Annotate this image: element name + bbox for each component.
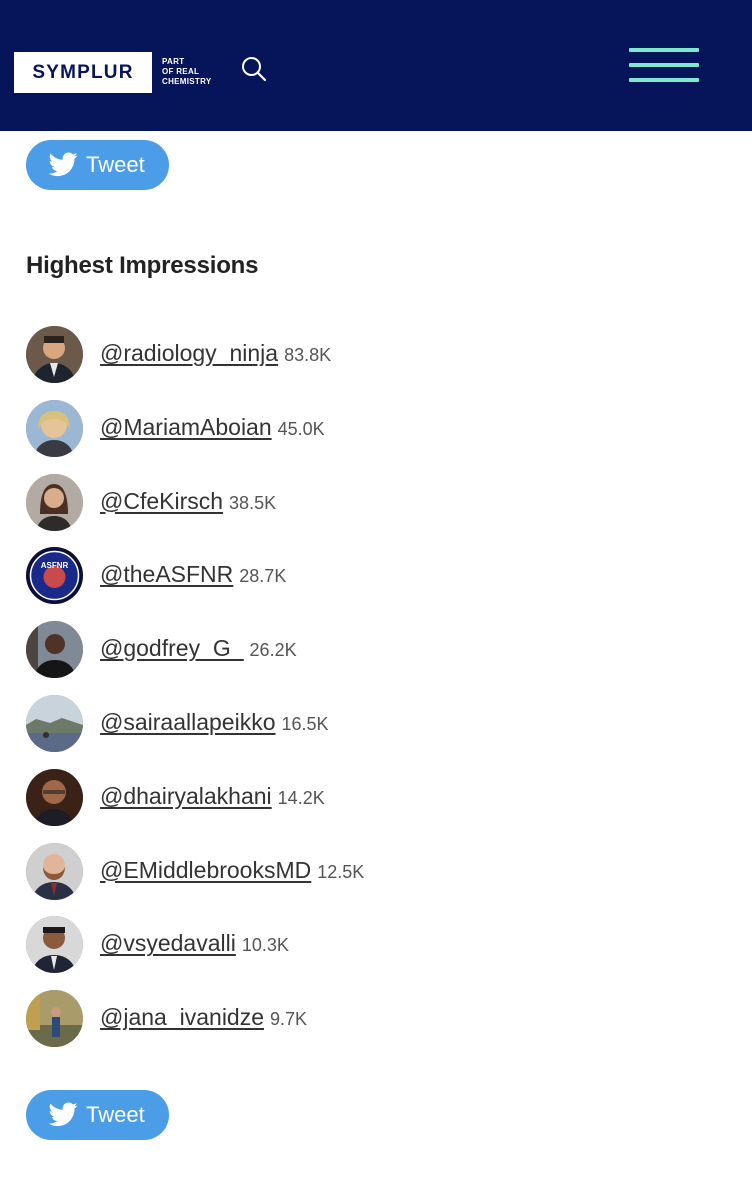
impression-count: 14.2K bbox=[277, 787, 325, 808]
user-handle-link[interactable]: @theASFNR bbox=[100, 561, 233, 587]
avatar[interactable] bbox=[26, 399, 83, 457]
menu-bar bbox=[629, 48, 699, 52]
impression-count: 28.7K bbox=[239, 566, 287, 587]
avatar[interactable]: ASFNR bbox=[26, 547, 83, 605]
section-title: Highest Impressions bbox=[26, 252, 259, 279]
impression-count: 38.5K bbox=[229, 492, 277, 513]
svg-text:ASFNR: ASFNR bbox=[41, 561, 69, 570]
list-item: @CfeKirsch 38.5K bbox=[26, 473, 726, 548]
avatar[interactable] bbox=[26, 768, 83, 826]
user-handle-link[interactable]: @MariamAboian bbox=[100, 414, 272, 440]
impression-count: 9.7K bbox=[270, 1009, 308, 1030]
impression-count: 10.3K bbox=[241, 935, 289, 956]
impression-count: 16.5K bbox=[281, 713, 329, 734]
impression-count: 45.0K bbox=[277, 418, 325, 439]
menu-bar bbox=[629, 78, 699, 82]
avatar[interactable] bbox=[26, 842, 83, 900]
tweet-button-bottom[interactable]: Tweet bbox=[26, 1090, 169, 1140]
twitter-bird-icon bbox=[49, 152, 78, 177]
impression-count: 12.5K bbox=[317, 861, 365, 882]
logo-text: SYMPLUR bbox=[32, 61, 134, 83]
list-item: @jana_ivanidze 9.7K bbox=[26, 990, 726, 1064]
avatar[interactable] bbox=[26, 473, 83, 531]
menu-bar bbox=[629, 63, 699, 67]
list-item: @EMiddlebrooksMD 12.5K bbox=[26, 842, 726, 917]
user-handle-link[interactable]: @sairaallapeikko bbox=[100, 709, 276, 735]
list-item: @godfrey_G_ 26.2K bbox=[26, 621, 726, 695]
tagline-line: PART bbox=[162, 57, 185, 66]
tagline-line: OF REAL bbox=[162, 67, 200, 76]
list-item: @MariamAboian 45.0K bbox=[26, 399, 726, 474]
symplur-logo[interactable]: SYMPLUR bbox=[14, 52, 152, 93]
user-handle-link[interactable]: @dhairyalakhani bbox=[100, 783, 272, 809]
logo-tagline: PART OF REAL CHEMISTRY bbox=[162, 57, 232, 87]
user-handle-link[interactable]: @vsyedavalli bbox=[100, 930, 236, 956]
site-header: SYMPLUR PART OF REAL CHEMISTRY bbox=[0, 0, 752, 131]
tweet-button-top[interactable]: Tweet bbox=[26, 140, 169, 190]
list-item: @sairaallapeikko 16.5K bbox=[26, 694, 726, 769]
avatar[interactable] bbox=[26, 916, 83, 974]
tagline-line: CHEMISTRY bbox=[162, 77, 212, 86]
list-item: ASFNR @theASFNR 28.7K bbox=[26, 547, 726, 621]
list-item: @dhairyalakhani 14.2K bbox=[26, 768, 726, 843]
impressions-list: @radiology_ninja 83.8K @MariamAboian 45.0K… bbox=[26, 326, 726, 1064]
user-handle-link[interactable]: @godfrey_G_ bbox=[100, 635, 244, 661]
user-handle-link[interactable]: @radiology_ninja bbox=[100, 340, 278, 366]
user-handle-link[interactable]: @jana_ivanidze bbox=[100, 1004, 264, 1030]
user-handle-link[interactable]: @CfeKirsch bbox=[100, 488, 223, 514]
list-item: @vsyedavalli 10.3K bbox=[26, 916, 726, 990]
avatar[interactable] bbox=[26, 990, 83, 1048]
tweet-label: Tweet bbox=[86, 152, 145, 177]
avatar[interactable] bbox=[26, 326, 83, 383]
tweet-label: Tweet bbox=[86, 1102, 145, 1127]
impression-count: 83.8K bbox=[284, 345, 332, 365]
avatar[interactable] bbox=[26, 621, 83, 679]
user-handle-link[interactable]: @EMiddlebrooksMD bbox=[100, 857, 311, 883]
twitter-bird-icon bbox=[49, 1102, 78, 1127]
avatar[interactable] bbox=[26, 694, 83, 752]
list-item: @radiology_ninja 83.8K bbox=[26, 326, 726, 400]
impression-count: 26.2K bbox=[249, 640, 297, 661]
hamburger-menu-icon[interactable] bbox=[627, 46, 701, 86]
search-icon[interactable] bbox=[240, 55, 268, 83]
